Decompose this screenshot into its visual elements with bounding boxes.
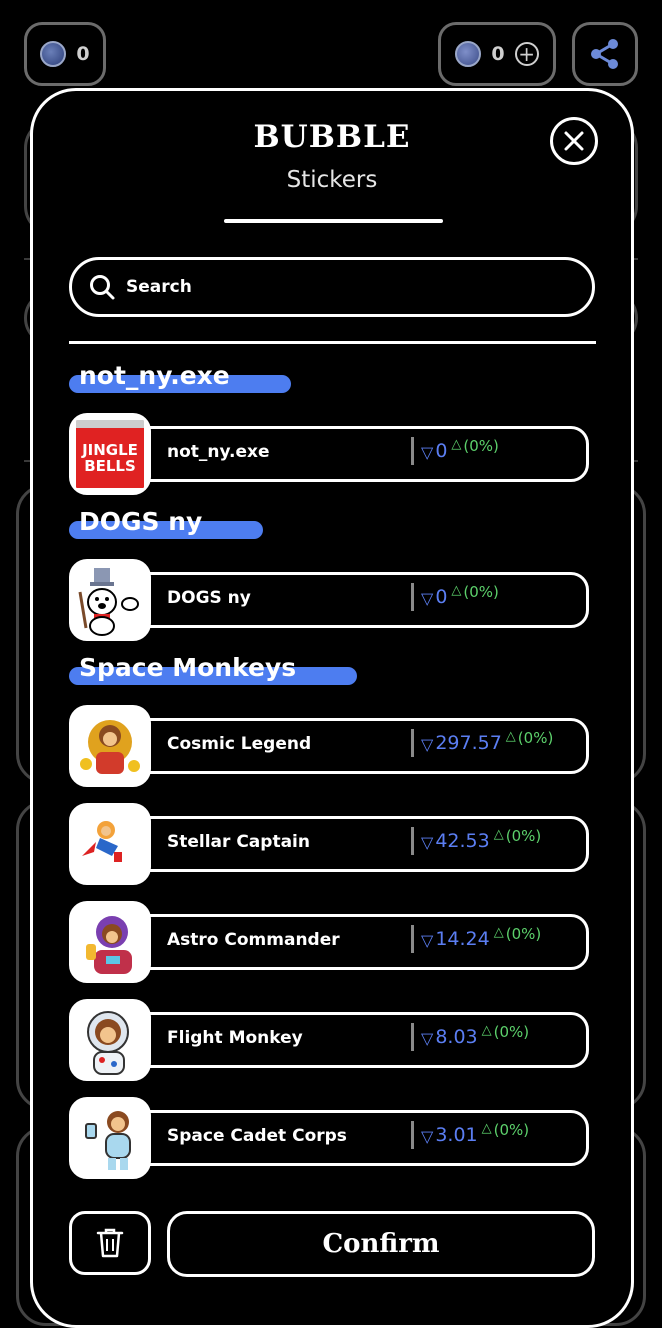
sticker-thumbnail	[69, 999, 151, 1081]
jingle-bells-image: JINGLE BELLS	[76, 428, 144, 488]
sticker-row[interactable]: Space Cadet Corps ▽ 3.01 △ (0%)	[69, 1097, 589, 1179]
monkey-sticker-image	[82, 821, 122, 862]
ton-count: 0	[491, 43, 505, 65]
sticker-row[interactable]: Cosmic Legend ▽ 297.57 △ (0%)	[69, 705, 589, 787]
share-icon	[591, 39, 618, 69]
trash-icon	[96, 1228, 124, 1258]
sticker-name: Cosmic Legend	[167, 734, 312, 754]
ton-coin-icon	[455, 41, 482, 67]
change-up-icon: △	[493, 925, 504, 940]
close-button[interactable]	[550, 117, 598, 165]
sticker-thumbnail	[69, 1097, 151, 1179]
stickers-modal: BUBBLE Stickers Search not_ny.exe JINGLE…	[30, 88, 634, 1328]
sticker-thumbnail	[69, 901, 151, 983]
bubbles-count: 0	[76, 43, 90, 65]
price-value: 8.03	[435, 1026, 478, 1048]
sticker-name: Astro Commander	[167, 930, 340, 950]
sticker-name: Stellar Captain	[167, 832, 310, 852]
monkey-sticker-image	[80, 720, 140, 774]
sticker-name: Space Cadet Corps	[167, 1126, 347, 1146]
section-header: Space Monkeys	[69, 653, 357, 687]
separator	[411, 827, 414, 855]
ton-icon: ▽	[421, 931, 434, 950]
ton-balance[interactable]: 0 +	[438, 22, 556, 86]
sticker-price: ▽ 42.53 △ (0%)	[421, 827, 541, 852]
change-up-icon: △	[505, 729, 516, 744]
sticker-price: ▽ 0 △ (0%)	[421, 437, 499, 462]
separator	[411, 1121, 414, 1149]
price-change: (0%)	[505, 827, 542, 845]
confirm-button[interactable]: Confirm	[167, 1211, 595, 1277]
sticker-row[interactable]: Stellar Captain ▽ 42.53 △ (0%)	[69, 803, 589, 885]
price-change: (0%)	[493, 1023, 530, 1041]
monkey-sticker-image	[87, 1011, 129, 1075]
sticker-row[interactable]: Flight Monkey ▽ 8.03 △ (0%)	[69, 999, 589, 1081]
search-placeholder: Search	[126, 277, 192, 297]
price-value: 42.53	[435, 830, 490, 852]
bubbles-balance[interactable]: 0	[24, 22, 106, 86]
clear-button[interactable]	[69, 1211, 151, 1275]
search-input[interactable]: Search	[69, 257, 595, 317]
ton-icon: ▽	[421, 833, 434, 852]
section-title: Space Monkeys	[79, 653, 297, 682]
price-value: 297.57	[435, 732, 502, 754]
divider	[69, 341, 596, 344]
section-header: DOGS ny	[69, 507, 263, 541]
ton-icon: ▽	[421, 735, 434, 754]
sticker-name: DOGS ny	[167, 588, 251, 608]
separator	[411, 583, 414, 611]
separator	[411, 925, 414, 953]
monkey-sticker-image	[86, 916, 132, 974]
window-titlebar	[76, 420, 144, 428]
sticker-price: ▽ 3.01 △ (0%)	[421, 1121, 529, 1146]
price-value: 0	[435, 440, 448, 462]
search-icon	[90, 275, 115, 300]
sticker-thumbnail	[69, 705, 151, 787]
price-change: (0%)	[505, 925, 542, 943]
change-up-icon: △	[481, 1023, 492, 1038]
title-underline	[224, 219, 443, 223]
close-icon	[564, 131, 584, 151]
price-change: (0%)	[517, 729, 554, 747]
modal-title: BUBBLE	[253, 119, 411, 155]
section-title: DOGS ny	[79, 507, 203, 536]
sticker-row[interactable]: Astro Commander ▽ 14.24 △ (0%)	[69, 901, 589, 983]
ton-icon: ▽	[421, 1127, 434, 1146]
sticker-price: ▽ 0 △ (0%)	[421, 583, 499, 608]
sticker-name: Flight Monkey	[167, 1028, 303, 1048]
separator	[411, 1023, 414, 1051]
change-up-icon: △	[493, 827, 504, 842]
sticker-thumbnail	[69, 803, 151, 885]
sticker-price: ▽ 14.24 △ (0%)	[421, 925, 541, 950]
change-up-icon: △	[451, 437, 462, 452]
dog-snowman-image	[78, 568, 139, 636]
sticker-price: ▽ 8.03 △ (0%)	[421, 1023, 529, 1048]
price-change: (0%)	[463, 437, 499, 455]
section-header: not_ny.exe	[69, 361, 291, 395]
share-button[interactable]	[572, 22, 638, 86]
ton-icon: ▽	[421, 1029, 434, 1048]
sticker-thumbnail: JINGLE BELLS	[69, 413, 151, 495]
change-up-icon: △	[451, 583, 462, 598]
sticker-name: not_ny.exe	[167, 442, 270, 462]
price-value: 0	[435, 586, 448, 608]
change-up-icon: △	[481, 1121, 492, 1136]
price-value: 14.24	[435, 928, 490, 950]
separator	[411, 729, 414, 757]
price-change: (0%)	[463, 583, 499, 601]
ton-icon: ▽	[421, 589, 434, 608]
add-funds-icon[interactable]: +	[514, 42, 539, 66]
sticker-row[interactable]: DOGS ny ▽ 0 △ (0%)	[69, 559, 589, 641]
price-change: (0%)	[493, 1121, 530, 1139]
sticker-row[interactable]: JINGLE BELLS not_ny.exe ▽ 0 △ (0%)	[69, 413, 589, 495]
price-value: 3.01	[435, 1124, 478, 1146]
modal-subtitle: Stickers	[286, 167, 378, 193]
sticker-price: ▽ 297.57 △ (0%)	[421, 729, 553, 754]
separator	[411, 437, 414, 465]
bubble-coin-icon	[40, 41, 67, 67]
ton-icon: ▽	[421, 443, 434, 462]
sticker-thumbnail	[69, 559, 151, 641]
section-title: not_ny.exe	[79, 361, 230, 390]
monkey-sticker-image	[85, 1111, 131, 1170]
